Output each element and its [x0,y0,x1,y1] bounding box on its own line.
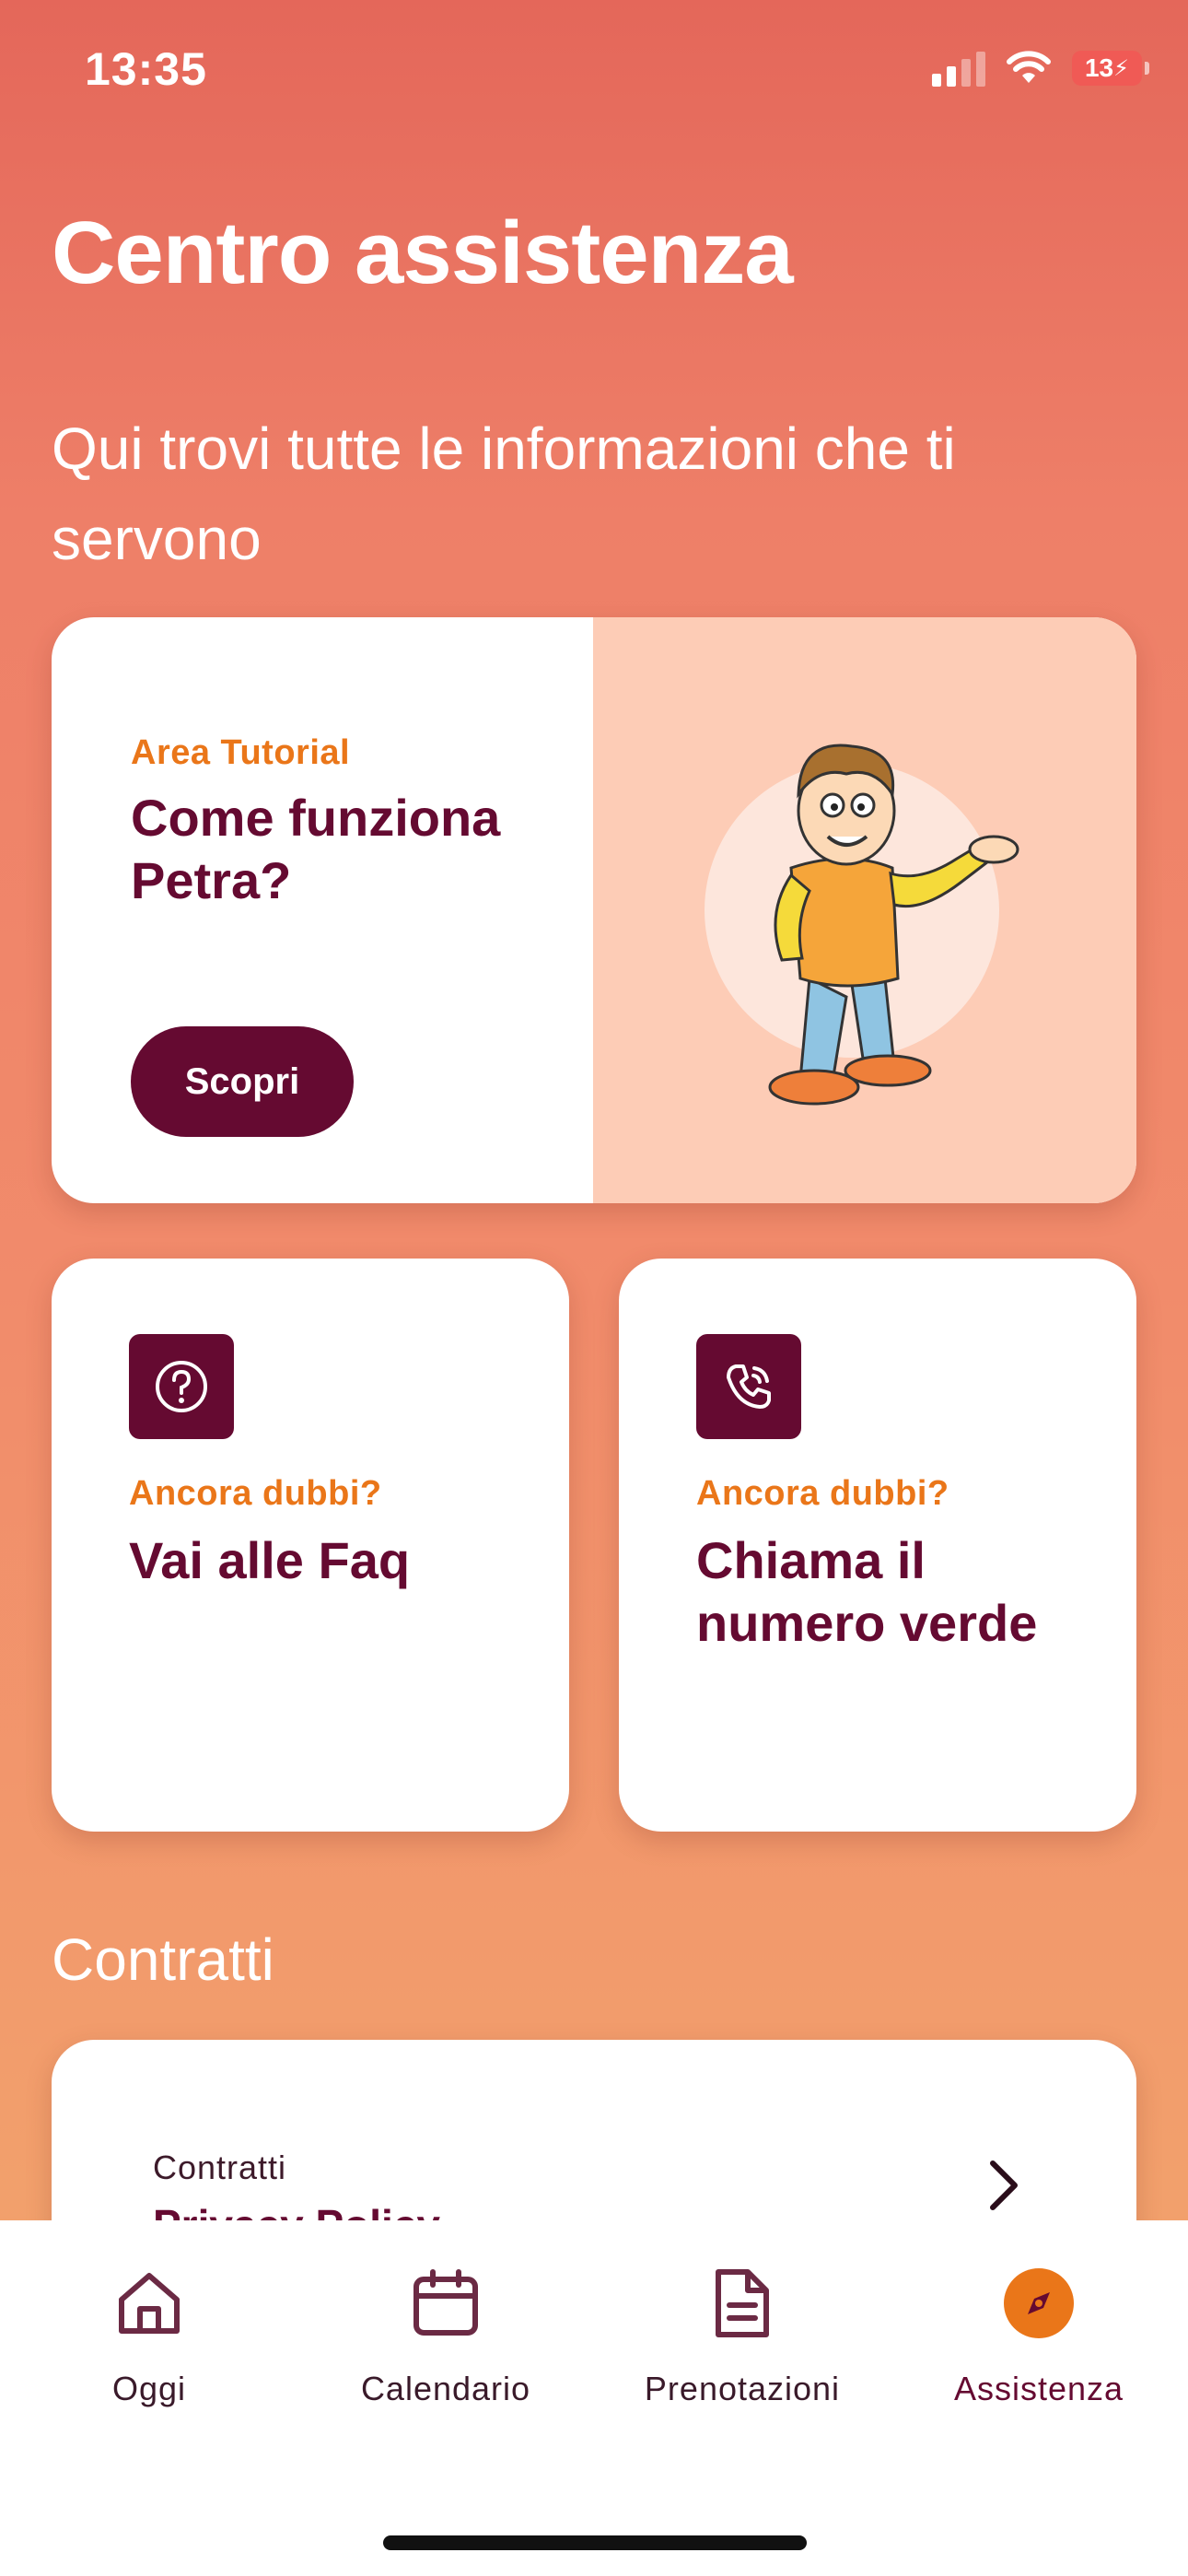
faq-card[interactable]: Ancora dubbi? Vai alle Faq [52,1259,569,1832]
call-title: Chiama il numero verde [696,1531,1038,1652]
home-indicator [383,2535,807,2550]
home-icon [112,2266,186,2340]
tab-assistenza[interactable]: Assistenza [901,2266,1177,2432]
chevron-right-icon [990,2160,1018,2210]
tab-label-oggi: Oggi [111,2370,187,2407]
tutorial-eyebrow: Area Tutorial [131,733,351,772]
battery-icon: 13 ⚡ [1072,51,1149,86]
call-icon-tile [696,1334,801,1439]
battery-level: 13 [1084,53,1114,82]
tutorial-illustration-area [593,617,1136,1203]
tab-bar: Oggi Calendario Prenotazioni Assistenza [0,2220,1188,2576]
question-circle-icon [156,1361,207,1412]
page-subtitle: Qui trovi tutte le informazioni che ti s… [52,416,956,572]
tab-label-calendario: Calendario [360,2370,531,2407]
status-bar: 13:35 13 ⚡ [0,0,1188,147]
tab-label-prenotazioni: Prenotazioni [644,2370,841,2407]
tab-calendario[interactable]: Calendario [308,2266,584,2432]
scopri-button[interactable]: Scopri [131,1026,354,1137]
calendar-icon [409,2266,483,2340]
tab-oggi[interactable]: Oggi [11,2266,287,2432]
page-title: Centro assistenza [52,204,794,302]
faq-icon-tile [129,1334,234,1439]
tutorial-text-area: Area Tutorial Come funziona Petra? Scopr… [52,617,593,1203]
tutorial-card[interactable]: Area Tutorial Come funziona Petra? Scopr… [52,617,1136,1203]
call-card[interactable]: Ancora dubbi? Chiama il numero verde [619,1259,1136,1832]
phone-call-icon [727,1364,771,1409]
document-icon [705,2266,779,2340]
wifi-icon [1007,51,1051,83]
contract-label: Contratti [153,2149,287,2186]
call-eyebrow: Ancora dubbi? [696,1474,949,1513]
compass-icon [1002,2266,1076,2340]
tab-label-assistenza: Assistenza [953,2370,1124,2407]
tab-prenotazioni[interactable]: Prenotazioni [604,2266,880,2432]
mascot-illustration [705,744,1019,1106]
faq-eyebrow: Ancora dubbi? [129,1474,382,1513]
status-time: 13:35 [85,43,207,95]
signal-icon [932,50,985,87]
faq-title: Vai alle Faq [129,1531,411,1589]
status-icons: 13 ⚡ [932,50,1149,87]
contracts-section-title: Contratti [52,1926,274,1993]
tutorial-title: Come funziona Petra? [131,789,501,909]
